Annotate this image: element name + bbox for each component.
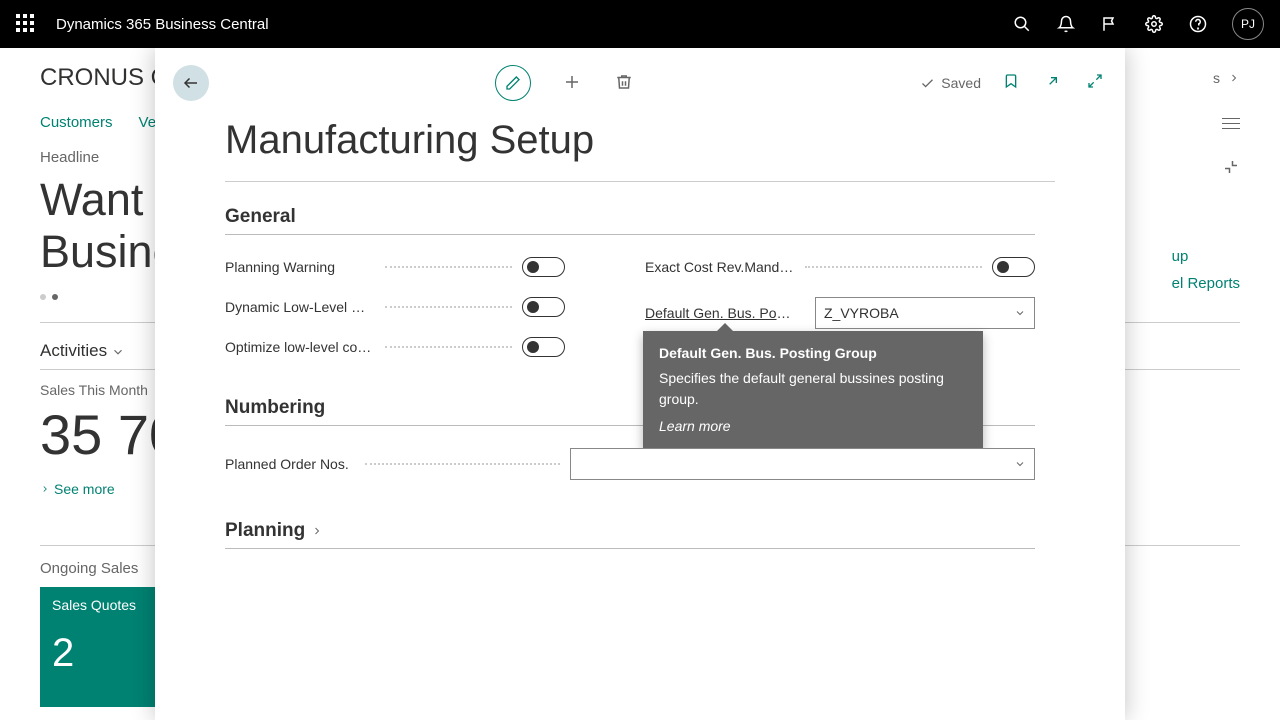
field-label: Exact Cost Rev.Manda…	[645, 259, 795, 275]
right-links: up el Reports	[1172, 248, 1240, 302]
product-title: Dynamics 365 Business Central	[56, 16, 269, 33]
trash-icon	[615, 73, 633, 91]
field-exact-cost: Exact Cost Rev.Manda…	[645, 257, 1035, 277]
toggle-optimize-low-level[interactable]	[522, 337, 565, 357]
dots-fill	[365, 463, 560, 465]
edit-button[interactable]	[495, 65, 531, 101]
topbar-right: PJ	[1012, 8, 1264, 40]
dots-fill	[385, 346, 512, 348]
saved-indicator: Saved	[920, 75, 981, 91]
check-icon	[920, 76, 935, 91]
field-dynamic-low-level: Dynamic Low-Level C…	[225, 297, 565, 317]
bell-icon[interactable]	[1056, 14, 1076, 34]
flag-icon[interactable]	[1100, 14, 1120, 34]
chevron-down-icon[interactable]	[111, 345, 125, 359]
group-general-title: General	[225, 206, 1035, 235]
expand-button[interactable]	[1087, 73, 1107, 93]
dots-fill	[385, 306, 512, 308]
expand-icon	[1087, 73, 1103, 89]
plus-icon	[563, 73, 581, 91]
chevron-down-icon	[1014, 458, 1026, 470]
right-link-reports[interactable]: el Reports	[1172, 275, 1240, 292]
dropdown-planned-order-nos[interactable]	[570, 448, 1035, 480]
modal-toolbar: Saved	[155, 48, 1125, 118]
nav-vendors[interactable]: Ve	[139, 114, 157, 131]
new-button[interactable]	[563, 73, 583, 93]
field-label: Dynamic Low-Level C…	[225, 299, 375, 315]
saved-label: Saved	[941, 75, 981, 91]
activities-title: Activities	[40, 341, 107, 369]
see-more-label: See more	[54, 481, 115, 497]
field-optimize-low-level: Optimize low-level co…	[225, 337, 565, 357]
avatar[interactable]: PJ	[1232, 8, 1264, 40]
bookmark-button[interactable]	[1003, 73, 1023, 93]
tooltip-learn-more[interactable]: Learn more	[659, 416, 967, 437]
back-button[interactable]	[173, 65, 209, 101]
help-icon[interactable]	[1188, 14, 1208, 34]
chevron-right-icon[interactable]	[1228, 72, 1240, 84]
app-launcher-icon[interactable]	[16, 14, 36, 34]
right-link-setup[interactable]: up	[1172, 248, 1240, 265]
group-planning-title[interactable]: Planning	[225, 520, 1035, 549]
dots-fill	[385, 266, 512, 268]
top-bar: Dynamics 365 Business Central PJ	[0, 0, 1280, 48]
toggle-exact-cost[interactable]	[992, 257, 1035, 277]
search-icon[interactable]	[1012, 14, 1032, 34]
field-label: Planning Warning	[225, 259, 375, 275]
dropdown-default-gen-bus[interactable]: Z_VYROBA	[815, 297, 1035, 329]
delete-button[interactable]	[615, 73, 635, 93]
tooltip-title: Default Gen. Bus. Posting Group	[659, 343, 967, 364]
dropdown-value: Z_VYROBA	[824, 305, 1014, 321]
toggle-planning-warning[interactable]	[522, 257, 565, 277]
nav-arrow-text: s	[1213, 70, 1220, 86]
chevron-right-icon	[40, 484, 50, 494]
bookmark-icon	[1003, 73, 1019, 89]
arrow-left-icon	[182, 74, 200, 92]
field-default-gen-bus: Default Gen. Bus. Post… Z_VYROBA Default…	[645, 297, 1035, 329]
toggle-dynamic-low-level[interactable]	[522, 297, 565, 317]
gear-icon[interactable]	[1144, 14, 1164, 34]
field-label: Optimize low-level co…	[225, 339, 375, 355]
pencil-icon	[505, 75, 521, 91]
chevron-right-icon	[311, 525, 323, 537]
field-label: Planned Order Nos.	[225, 456, 355, 472]
group-planning-label: Planning	[225, 520, 305, 542]
minimize-icon[interactable]	[1222, 158, 1240, 176]
popout-button[interactable]	[1045, 73, 1065, 93]
chevron-down-icon	[1014, 307, 1026, 319]
dots-fill	[805, 266, 982, 268]
popout-icon	[1045, 73, 1061, 89]
manufacturing-setup-panel: Saved Manufacturing Setup General Planni…	[155, 48, 1125, 720]
hamburger-icon[interactable]	[1222, 118, 1240, 129]
modal-body: Manufacturing Setup General Planning War…	[155, 118, 1125, 549]
field-planning-warning: Planning Warning	[225, 257, 565, 277]
page-title: Manufacturing Setup	[225, 118, 1055, 182]
field-planned-order-nos: Planned Order Nos.	[225, 448, 1035, 480]
tooltip: Default Gen. Bus. Posting Group Specifie…	[643, 331, 983, 449]
tooltip-body: Specifies the default general bussines p…	[659, 368, 967, 410]
nav-customers[interactable]: Customers	[40, 114, 113, 131]
field-label-link[interactable]: Default Gen. Bus. Post…	[645, 305, 795, 321]
